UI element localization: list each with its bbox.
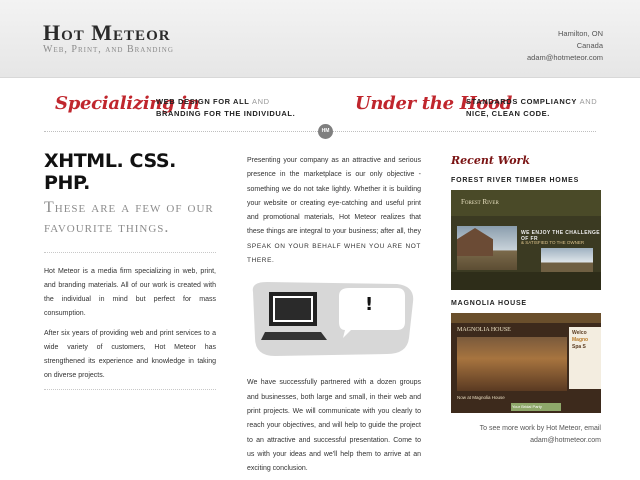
exclamation-icon: ! — [365, 294, 374, 316]
shot-sidebar-text: Welco Magno Spa S — [572, 330, 588, 351]
recent-work-column: Recent Work FOREST RIVER TIMBER HOMES Fo… — [451, 154, 601, 447]
shot-side-line: Welco — [572, 330, 587, 336]
tagline-light: and — [252, 97, 270, 106]
shot-tagline-2: & SATISFIED TO THE OWNER — [521, 240, 585, 245]
partnership-paragraph: We have successfully partnered with a do… — [247, 379, 421, 473]
tech-subheading: These are a few of our favourite things. — [44, 199, 214, 236]
presenting-paragraph: Presenting your company as an attractive… — [247, 154, 421, 268]
site-subtitle: Web, Print, and Branding — [43, 44, 174, 55]
shot-brand: Forest River — [461, 198, 499, 206]
more-work-email-link[interactable]: adam@hotmeteor.com — [451, 435, 601, 447]
shot-photo — [457, 337, 567, 391]
shot-brand: MAGNOLIA HOUSE — [457, 327, 511, 333]
monitor-icon — [252, 282, 414, 357]
presenting-text: Presenting your company as an attractive… — [247, 157, 421, 236]
site-header: Hot Meteor Web, Print, and Branding Hami… — [0, 0, 640, 78]
recent-work-heading: Recent Work — [451, 154, 530, 167]
shot-side-line: Magno — [572, 337, 589, 343]
project-title-forest-river[interactable]: FOREST RIVER TIMBER HOMES — [451, 177, 601, 184]
tech-heading: XHTML. CSS. PHP. — [44, 150, 176, 194]
more-work-note: To see more work by Hot Meteor, email ad… — [451, 423, 601, 447]
contact-block: Hamilton, ON Canada adam@hotmeteor.com — [527, 28, 603, 64]
intro-paragraph: Hot Meteor is a media firm specializing … — [44, 268, 216, 317]
under-the-hood-tagline: Standards Compliancy and nice, clean Cod… — [466, 96, 597, 120]
contact-country: Canada — [576, 41, 603, 50]
project-title-magnolia[interactable]: MAGNOLIA HOUSE — [451, 300, 601, 307]
site-title[interactable]: Hot Meteor — [43, 20, 171, 46]
hm-logo-badge: HM — [318, 124, 333, 139]
computer-speech-illustration: ! — [247, 278, 421, 360]
intro-column: XHTML. CSS. PHP. These are a few of our … — [44, 150, 216, 402]
tagline-band: Specializing in Web design for all and B… — [0, 78, 640, 130]
shot-photo-2 — [541, 248, 593, 272]
tagline-bold: Standards Compliancy — [466, 97, 577, 106]
contact-email-link[interactable]: adam@hotmeteor.com — [527, 52, 603, 64]
specializing-tagline: Web design for all and Branding for the … — [156, 96, 295, 120]
forest-river-screenshot[interactable]: Forest River WE ENJOY THE CHALLENGE OF F… — [451, 190, 601, 290]
more-work-text: To see more work by Hot Meteor, email — [479, 425, 601, 432]
about-column: Presenting your company as an attractive… — [247, 154, 421, 476]
shot-note: Your Bridal Party — [511, 403, 561, 411]
column-divider — [44, 389, 216, 390]
shot-side-line: Spa S — [572, 344, 586, 350]
shot-navbar — [451, 313, 601, 323]
tagline-light: and — [579, 97, 598, 106]
column-divider — [44, 252, 216, 253]
shot-footer — [451, 272, 601, 290]
experience-paragraph: After six years of providing web and pri… — [44, 330, 216, 379]
shot-news: Now at Magnolia House — [457, 395, 505, 400]
magnolia-house-screenshot[interactable]: MAGNOLIA HOUSE Welco Magno Spa S Now at … — [451, 313, 601, 413]
tagline-line2: Branding for the individual. — [156, 109, 296, 118]
tagline-line2: nice, clean Code. — [466, 109, 550, 118]
presenting-emphasis: speak on your behalf when you are not th… — [247, 242, 421, 265]
contact-city: Hamilton, ON — [557, 29, 603, 38]
tagline-bold: Web design for all — [156, 97, 250, 106]
